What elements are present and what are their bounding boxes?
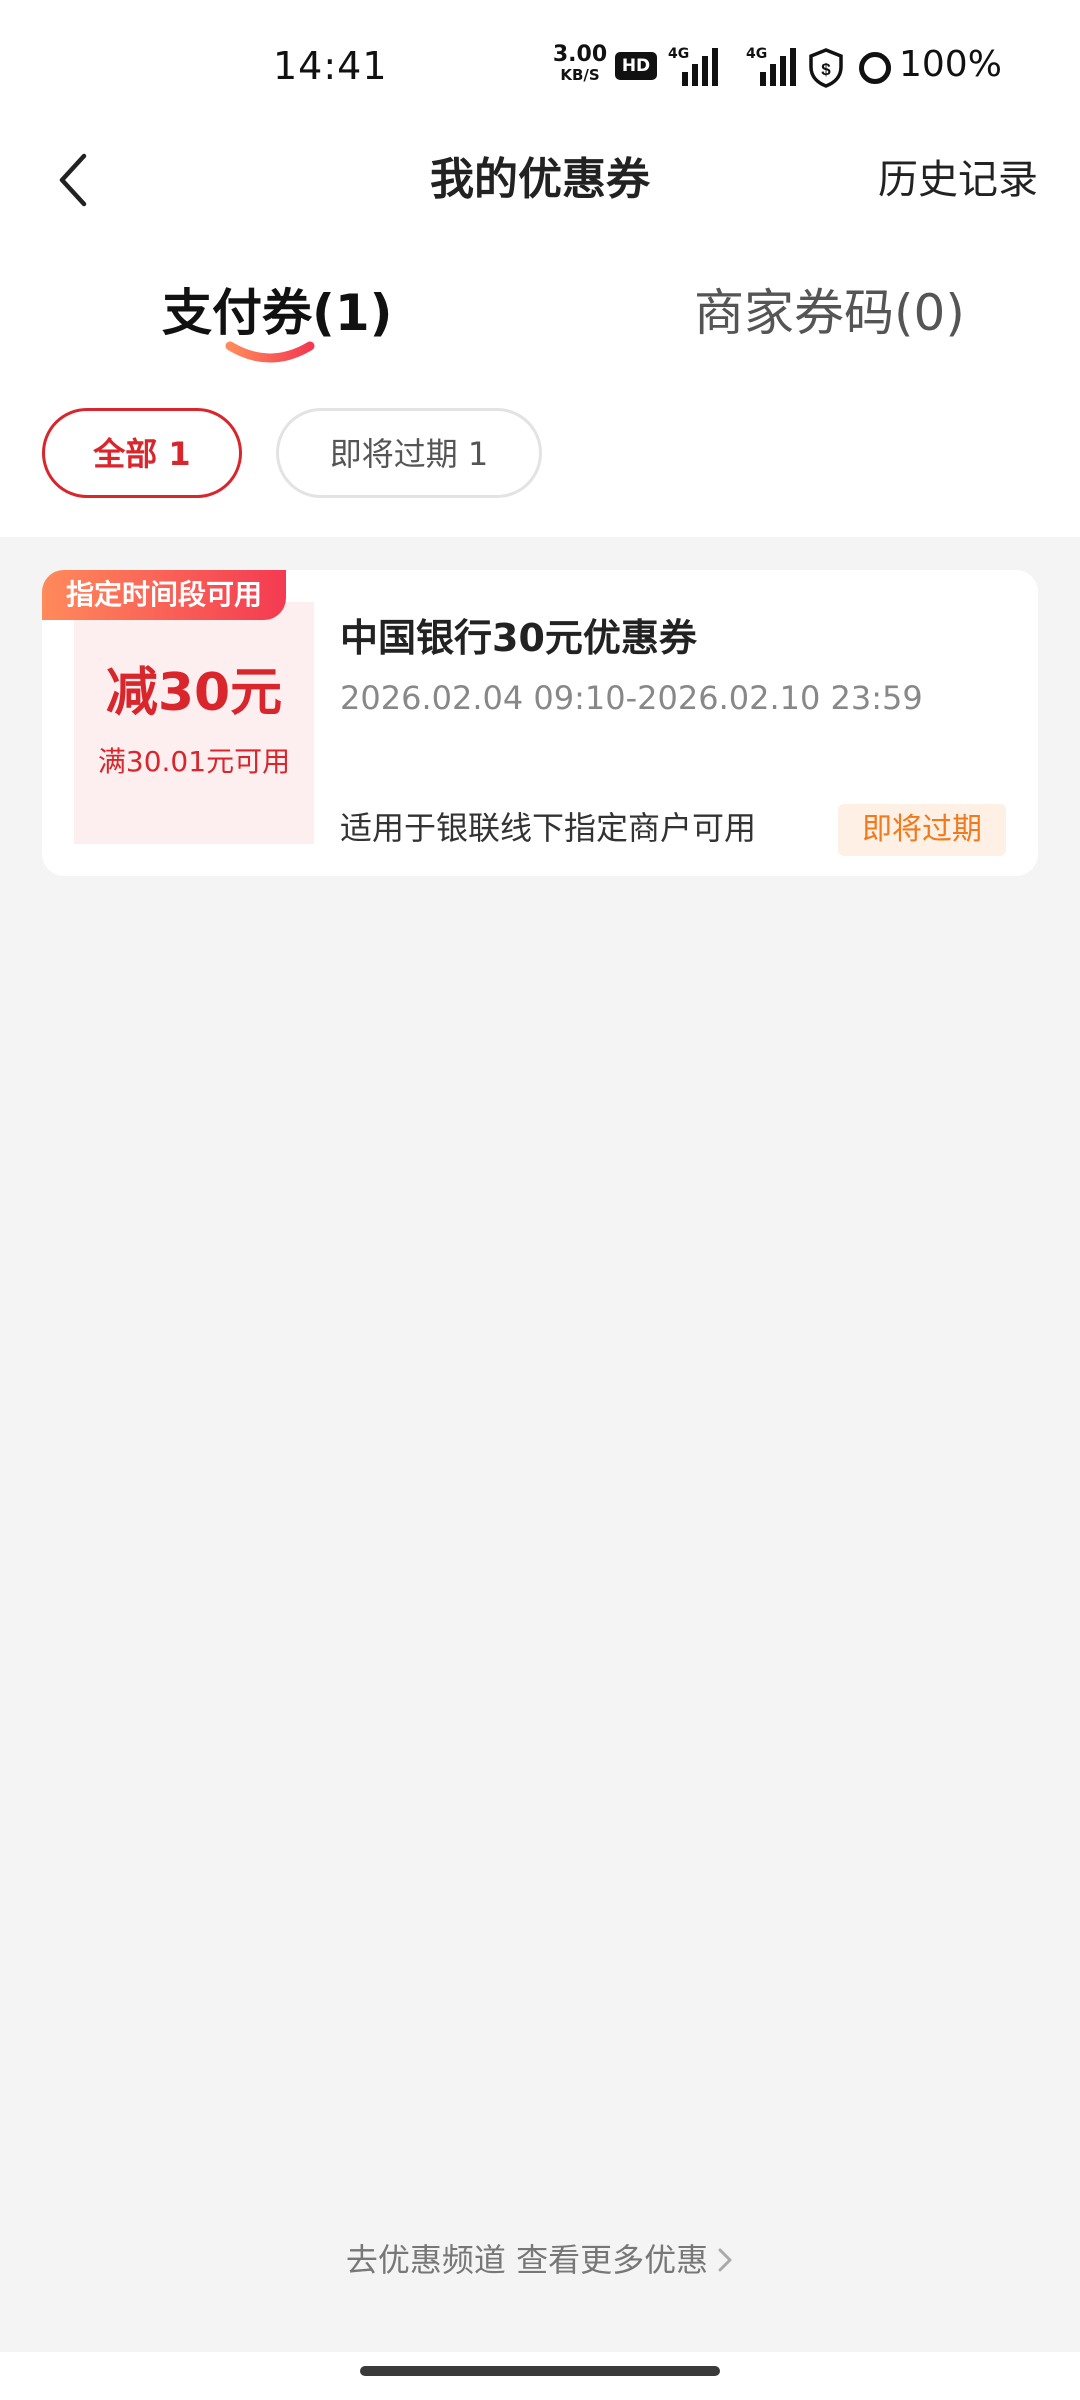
coupon-threshold: 满30.01元可用 xyxy=(97,745,291,778)
active-tab-indicator xyxy=(225,341,315,363)
history-button[interactable]: 历史记录 xyxy=(878,150,1038,210)
signal-icon: 4G xyxy=(746,46,798,86)
coupon-validity-period: 2026.02.04 09:10-2026.02.10 23:59 xyxy=(340,679,923,717)
svg-text:$: $ xyxy=(821,60,831,79)
battery-percent: 100% xyxy=(899,44,1002,85)
gesture-bar-area xyxy=(0,2352,1080,2400)
filter-all[interactable]: 全部 1 xyxy=(42,408,242,498)
coupon-status-badge: 即将过期 xyxy=(838,804,1006,856)
signal-tag: 4G xyxy=(668,46,690,62)
filter-expiring[interactable]: 即将过期 1 xyxy=(276,408,542,498)
coupon-name: 中国银行30元优惠券 xyxy=(340,616,697,660)
back-arrow-icon[interactable] xyxy=(52,150,96,210)
battery-icon xyxy=(859,52,891,84)
shield-dollar-icon: $ xyxy=(809,48,843,88)
signal-tag: 4G xyxy=(746,46,768,62)
hd-icon: HD xyxy=(615,52,657,80)
more-offers-label: 去优惠频道 查看更多优惠 xyxy=(345,2241,709,2279)
coupon-usage-scope: 适用于银联线下指定商户可用 xyxy=(340,809,757,847)
more-offers-link[interactable]: 去优惠频道 查看更多优惠 xyxy=(0,2230,1080,2290)
coupon-amount: 减30元 xyxy=(105,663,283,723)
status-time: 14:41 xyxy=(273,44,388,88)
chevron-right-icon xyxy=(718,2248,732,2272)
header-area: 14:41 3.00 KB/S HD 4G 4G $ 100% 我的优惠券 历史… xyxy=(0,0,1080,537)
tab-payment-coupons[interactable]: 支付券(1) xyxy=(162,280,393,346)
coupon-card[interactable]: 指定时间段可用 减30元 满30.01元可用 中国银行30元优惠券 2026.0… xyxy=(42,570,1038,876)
signal-icon: 4G xyxy=(668,46,720,86)
network-speed-value: 3.00 xyxy=(552,42,608,67)
network-speed-unit: KB/S xyxy=(560,66,600,84)
home-indicator[interactable] xyxy=(360,2366,720,2376)
status-bar: 14:41 3.00 KB/S HD 4G 4G $ 100% xyxy=(0,0,1080,132)
coupon-time-tag: 指定时间段可用 xyxy=(42,570,287,620)
tab-merchant-codes[interactable]: 商家券码(0) xyxy=(694,280,965,346)
network-speed: 3.00 KB/S xyxy=(552,44,608,83)
